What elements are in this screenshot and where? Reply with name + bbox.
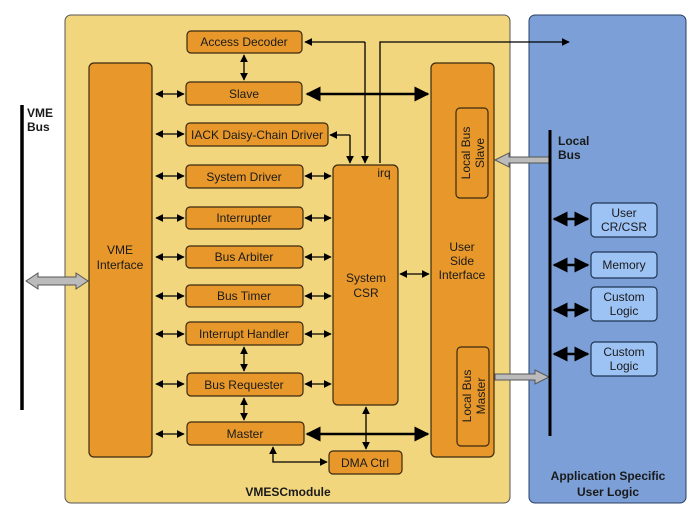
vme-bus-arrow — [25, 272, 89, 290]
system-csr-block — [332, 164, 399, 406]
master-label: Master — [227, 427, 264, 441]
iack-label: IACK Daisy-Chain Driver — [191, 128, 323, 142]
system-driver-label: System Driver — [206, 170, 281, 184]
interrupt-handler-label: Interrupt Handler — [199, 327, 289, 341]
bus-requester-label: Bus Requester — [204, 378, 283, 392]
bus-timer-label: Bus Timer — [217, 289, 271, 303]
vme-architecture-diagram: VME Bus VME Interface Access Decoder Slave… — [20, 14, 687, 504]
memory-label: Memory — [602, 258, 645, 272]
module-label: VMESCmodule — [245, 485, 331, 499]
vme-bus-label: VME Bus — [27, 106, 53, 134]
access-decoder-label: Access Decoder — [200, 35, 287, 49]
dma-ctrl-label: DMA Ctrl — [341, 456, 389, 470]
interrupter-label: Interrupter — [216, 211, 271, 225]
irq-label: irq — [377, 166, 390, 180]
slave-label: Slave — [229, 87, 259, 101]
bus-arbiter-label: Bus Arbiter — [215, 250, 274, 264]
